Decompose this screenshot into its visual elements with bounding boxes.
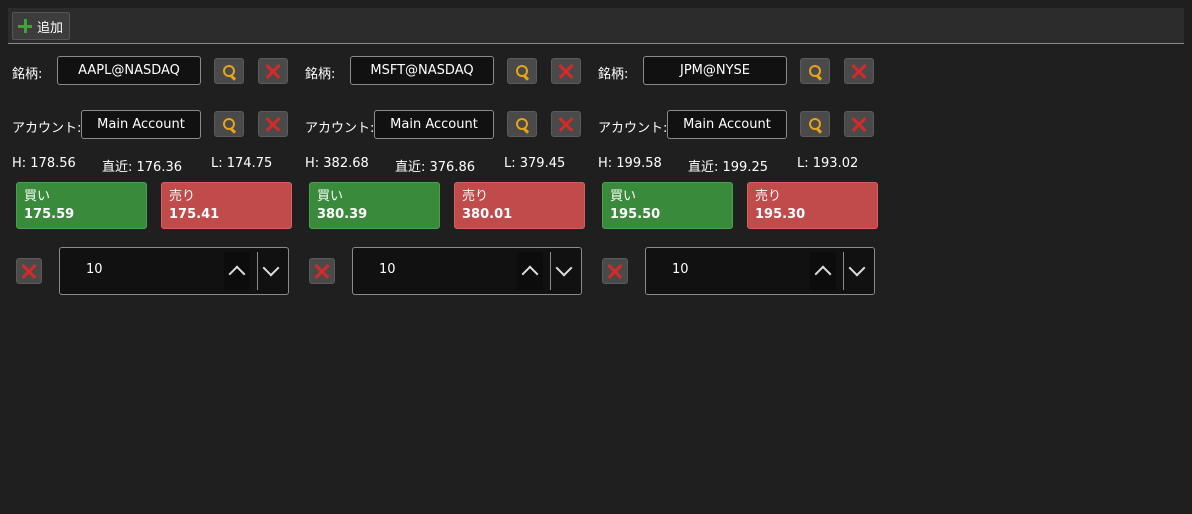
sell-label: 売り [755,189,782,204]
last-price: 直近: 176.36 [102,160,182,175]
sell-label: 売り [462,189,489,204]
symbol-search-button[interactable] [214,58,244,84]
close-icon [607,263,623,279]
symbol-label: 銘柄: [12,67,43,82]
search-icon [222,117,237,133]
symbol-clear-button[interactable] [844,58,874,84]
decrement-button[interactable] [551,252,577,290]
high-price: H: 178.56 [12,156,76,171]
buy-label: 買い [610,189,637,204]
close-icon [558,63,574,79]
account-label: アカウント: [12,121,82,136]
chevron-down-icon [555,259,573,277]
search-icon [222,64,237,80]
account-input[interactable]: Main Account [81,110,201,139]
close-icon [851,116,867,132]
quantity-value[interactable]: 10 [86,262,103,277]
account-label: アカウント: [598,121,668,136]
decrement-button[interactable] [258,252,284,290]
quantity-stepper[interactable]: 10 [59,247,289,295]
buy-label: 買い [24,189,51,204]
search-icon [515,117,530,133]
sell-price: 380.01 [462,207,513,222]
last-price: 直近: 376.86 [395,160,475,175]
buy-price: 195.50 [610,207,661,222]
close-icon [558,116,574,132]
account-search-button[interactable] [507,111,537,137]
search-icon [808,117,823,133]
close-icon [851,63,867,79]
increment-button[interactable] [517,252,543,290]
account-input[interactable]: Main Account [374,110,494,139]
search-icon [515,64,530,80]
symbol-input[interactable]: JPM@NYSE [643,56,787,85]
low-price: L: 379.45 [504,156,566,171]
buy-button[interactable]: 買い 195.50 [602,182,733,229]
account-search-button[interactable] [800,111,830,137]
quantity-stepper[interactable]: 10 [352,247,582,295]
account-clear-button[interactable] [551,111,581,137]
symbol-label: 銘柄: [305,67,336,82]
increment-button[interactable] [810,252,836,290]
symbol-input[interactable]: AAPL@NASDAQ [57,56,201,85]
account-input[interactable]: Main Account [667,110,787,139]
search-icon [808,64,823,80]
last-price: 直近: 199.25 [688,160,768,175]
sell-label: 売り [169,189,196,204]
buy-button[interactable]: 買い 175.59 [16,182,147,229]
chevron-up-icon [521,265,539,283]
account-search-button[interactable] [214,111,244,137]
trading-panel-aapl: 銘柄: AAPL@NASDAQ アカウント: Main Account H: 1… [12,0,302,300]
remove-panel-button[interactable] [309,258,335,284]
quantity-value[interactable]: 10 [672,262,689,277]
low-price: L: 193.02 [797,156,859,171]
close-icon [265,116,281,132]
decrement-button[interactable] [844,252,870,290]
quantity-value[interactable]: 10 [379,262,396,277]
high-price: H: 199.58 [598,156,662,171]
trading-panel-jpm: 銘柄: JPM@NYSE アカウント: Main Account H: 199.… [598,0,888,300]
chevron-up-icon [228,265,246,283]
sell-button[interactable]: 売り 380.01 [454,182,585,229]
close-icon [314,263,330,279]
sell-button[interactable]: 売り 195.30 [747,182,878,229]
trading-panel-msft: 銘柄: MSFT@NASDAQ アカウント: Main Account H: 3… [305,0,595,300]
symbol-input[interactable]: MSFT@NASDAQ [350,56,494,85]
close-icon [265,63,281,79]
chevron-up-icon [814,265,832,283]
quantity-stepper[interactable]: 10 [645,247,875,295]
buy-price: 175.59 [24,207,75,222]
low-price: L: 174.75 [211,156,273,171]
account-clear-button[interactable] [258,111,288,137]
close-icon [21,263,37,279]
buy-label: 買い [317,189,344,204]
high-price: H: 382.68 [305,156,369,171]
account-label: アカウント: [305,121,375,136]
remove-panel-button[interactable] [602,258,628,284]
buy-button[interactable]: 買い 380.39 [309,182,440,229]
symbol-label: 銘柄: [598,67,629,82]
symbol-search-button[interactable] [800,58,830,84]
remove-panel-button[interactable] [16,258,42,284]
symbol-search-button[interactable] [507,58,537,84]
sell-price: 175.41 [169,207,220,222]
chevron-down-icon [848,259,866,277]
account-clear-button[interactable] [844,111,874,137]
symbol-clear-button[interactable] [258,58,288,84]
increment-button[interactable] [224,252,250,290]
symbol-clear-button[interactable] [551,58,581,84]
sell-button[interactable]: 売り 175.41 [161,182,292,229]
sell-price: 195.30 [755,207,806,222]
buy-price: 380.39 [317,207,368,222]
chevron-down-icon [262,259,280,277]
